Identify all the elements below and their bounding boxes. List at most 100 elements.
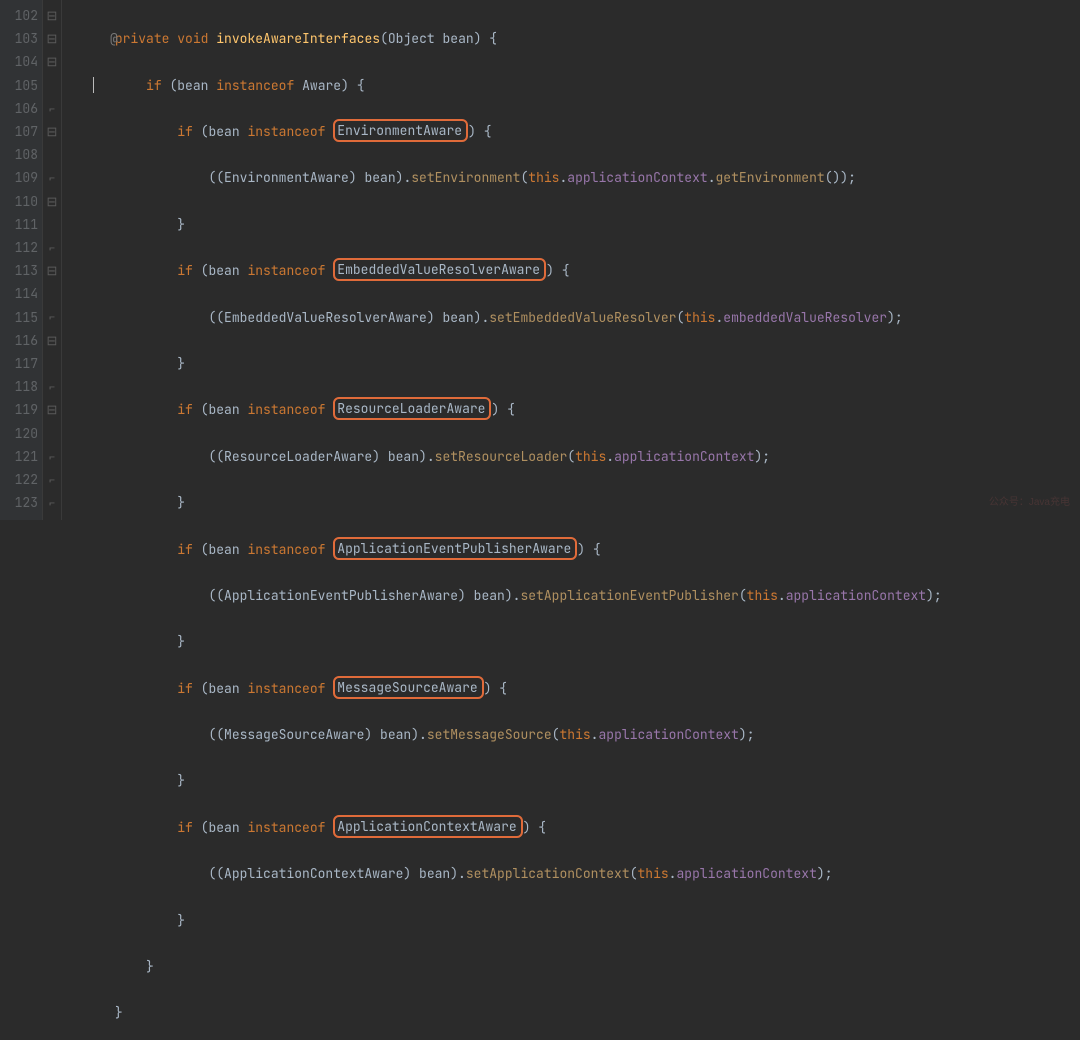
field-application-context: applicationContext xyxy=(676,865,816,882)
fold-toggle-icon[interactable]: ⊟ xyxy=(43,190,61,213)
keyword-if: if xyxy=(177,262,193,279)
code-line[interactable]: ((MessageSourceAware) bean).setMessageSo… xyxy=(68,723,1080,746)
code-line[interactable]: ((EmbeddedValueResolverAware) bean).setE… xyxy=(68,306,1080,329)
call-set-application-event-publisher: setApplicationEventPublisher xyxy=(520,587,738,604)
type-embedded-value-resolver-aware: EmbeddedValueResolverAware xyxy=(337,261,540,278)
keyword-if: if xyxy=(177,819,193,836)
keyword-instanceof: instanceof xyxy=(247,541,325,558)
highlight-box: ApplicationContextAware xyxy=(333,815,522,838)
line-number[interactable]: 110 xyxy=(6,190,38,213)
code-line[interactable]: } xyxy=(68,909,1080,932)
call-set-embedded-value-resolver: setEmbeddedValueResolver xyxy=(489,309,676,326)
call-set-resource-loader: setResourceLoader xyxy=(435,448,568,465)
caret-icon xyxy=(93,77,94,93)
type-message-source-aware: MessageSourceAware xyxy=(224,726,364,743)
line-number[interactable]: 107 xyxy=(6,120,38,143)
fold-toggle-icon[interactable]: ⊟ xyxy=(43,120,61,143)
code-line[interactable]: if (bean instanceof Aware) { xyxy=(68,74,1080,97)
code-line[interactable]: } xyxy=(68,955,1080,978)
var-bean: bean xyxy=(388,448,419,465)
code-line[interactable]: if (bean instanceof ApplicationContextAw… xyxy=(68,816,1080,839)
fold-toggle-icon[interactable]: ⊟ xyxy=(43,398,61,421)
code-line[interactable]: } xyxy=(68,630,1080,653)
fold-gutter[interactable]: ⊟ ⊟ ⊟ ⌐ ⊟ ⌐ ⊟ ⌐ ⊟ ⌐ ⊟ ⌐ ⊟ ⌐ ⌐ ⌐ xyxy=(43,0,62,520)
fold-end-icon[interactable]: ⌐ xyxy=(43,445,61,468)
line-number[interactable]: 103 xyxy=(6,27,38,50)
code-line[interactable]: if (bean instanceof EmbeddedValueResolve… xyxy=(68,259,1080,282)
fold-end-icon[interactable]: ⌐ xyxy=(43,305,61,328)
line-number[interactable]: 122 xyxy=(6,468,38,491)
line-number[interactable]: 108 xyxy=(6,143,38,166)
code-line[interactable]: ((EnvironmentAware) bean).setEnvironment… xyxy=(68,166,1080,189)
line-number[interactable]: 106 xyxy=(6,97,38,120)
field-embedded-value-resolver: embeddedValueResolver xyxy=(723,309,887,326)
fold-toggle-icon[interactable]: ⊟ xyxy=(43,50,61,73)
keyword-this: this xyxy=(575,448,606,465)
line-number[interactable]: 120 xyxy=(6,422,38,445)
code-line[interactable]: } xyxy=(68,491,1080,514)
keyword-if: if xyxy=(146,77,162,94)
line-number[interactable]: 113 xyxy=(6,259,38,282)
code-line[interactable]: if (bean instanceof ApplicationEventPubl… xyxy=(68,538,1080,561)
line-number[interactable]: 115 xyxy=(6,306,38,329)
keyword-this: this xyxy=(684,309,715,326)
var-bean: bean xyxy=(442,309,473,326)
line-number[interactable]: 117 xyxy=(6,352,38,375)
fold-toggle-icon[interactable]: ⊟ xyxy=(43,4,61,27)
keyword-this: this xyxy=(747,587,778,604)
line-number-gutter[interactable]: 102 103 104 105 106 107 108 109 110 111 … xyxy=(0,0,43,520)
keyword-if: if xyxy=(177,541,193,558)
code-line[interactable]: } xyxy=(68,1001,1080,1024)
line-number[interactable]: 114 xyxy=(6,282,38,305)
keyword-instanceof: instanceof xyxy=(247,123,325,140)
keyword-if: if xyxy=(177,123,193,140)
code-line[interactable]: @ private void invokeAwareInterfaces(Obj… xyxy=(68,27,1080,50)
keyword-this: this xyxy=(637,865,668,882)
line-number[interactable]: 123 xyxy=(6,491,38,514)
keyword-void: void xyxy=(177,30,208,47)
param-type: Object xyxy=(388,30,435,47)
fold-line-icon xyxy=(43,74,61,97)
field-application-context: applicationContext xyxy=(567,169,707,186)
code-line[interactable]: if (bean instanceof ResourceLoaderAware)… xyxy=(68,398,1080,421)
fold-end-icon[interactable]: ⌐ xyxy=(43,97,61,120)
override-annotation-icon[interactable]: @ xyxy=(110,27,118,50)
code-line[interactable]: } xyxy=(68,352,1080,375)
fold-end-icon[interactable]: ⌐ xyxy=(43,468,61,491)
code-line[interactable]: if (bean instanceof MessageSourceAware) … xyxy=(68,677,1080,700)
fold-toggle-icon[interactable]: ⊟ xyxy=(43,27,61,50)
code-line[interactable]: ((ApplicationContextAware) bean).setAppl… xyxy=(68,862,1080,885)
line-number[interactable]: 104 xyxy=(6,50,38,73)
code-line[interactable]: } xyxy=(68,769,1080,792)
line-number[interactable]: 116 xyxy=(6,329,38,352)
fold-toggle-icon[interactable]: ⊟ xyxy=(43,259,61,282)
code-area[interactable]: @ private void invokeAwareInterfaces(Obj… xyxy=(62,0,1080,520)
type-resource-loader-aware: ResourceLoaderAware xyxy=(337,400,485,417)
param-name: bean xyxy=(443,30,474,47)
line-number[interactable]: 109 xyxy=(6,166,38,189)
fold-end-icon[interactable]: ⌐ xyxy=(43,491,61,514)
code-line[interactable]: ((ApplicationEventPublisherAware) bean).… xyxy=(68,584,1080,607)
code-line[interactable]: } xyxy=(68,213,1080,236)
line-number[interactable]: 105 xyxy=(6,74,38,97)
field-application-context: applicationContext xyxy=(598,726,738,743)
fold-end-icon[interactable]: ⌐ xyxy=(43,375,61,398)
fold-line-icon xyxy=(43,352,61,375)
var-bean: bean xyxy=(177,77,208,94)
line-number[interactable]: 112 xyxy=(6,236,38,259)
code-line[interactable]: ((ResourceLoaderAware) bean).setResource… xyxy=(68,445,1080,468)
keyword-if: if xyxy=(177,680,193,697)
fold-toggle-icon[interactable]: ⊟ xyxy=(43,329,61,352)
fold-end-icon[interactable]: ⌐ xyxy=(43,236,61,259)
line-number[interactable]: 119 xyxy=(6,398,38,421)
line-number[interactable]: 111 xyxy=(6,213,38,236)
line-number[interactable]: 121 xyxy=(6,445,38,468)
fold-end-icon[interactable]: ⌐ xyxy=(43,166,61,189)
call-set-environment: setEnvironment xyxy=(411,169,520,186)
code-line[interactable]: if (bean instanceof EnvironmentAware) { xyxy=(68,120,1080,143)
type-application-context-aware: ApplicationContextAware xyxy=(224,865,403,882)
type-application-event-publisher-aware: ApplicationEventPublisherAware xyxy=(224,587,458,604)
keyword-instanceof: instanceof xyxy=(216,77,294,94)
line-number[interactable]: 102 xyxy=(6,4,38,27)
line-number[interactable]: 118 xyxy=(6,375,38,398)
